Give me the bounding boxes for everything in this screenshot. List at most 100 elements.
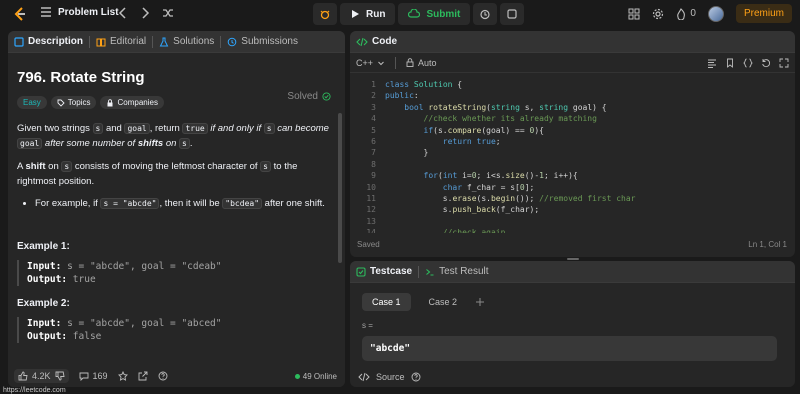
topics-chip[interactable]: Topics	[50, 96, 97, 109]
online-indicator: 49 Online	[294, 372, 337, 381]
chevron-down-icon	[377, 59, 385, 67]
line-number: 2	[371, 91, 376, 101]
layout-grid-icon[interactable]	[628, 8, 640, 20]
streak-counter[interactable]: 0	[676, 7, 696, 20]
difficulty-badge[interactable]: Easy	[17, 96, 47, 109]
tab-code[interactable]: Code	[356, 36, 397, 47]
inline-code: goal	[17, 138, 43, 149]
curly-braces-icon[interactable]	[743, 58, 753, 68]
problem-description: 796. Rotate String Solved Easy Topics Co…	[8, 53, 345, 357]
example-input: s = "abcde", goal = "cdeab"	[67, 261, 222, 272]
comments-count: 169	[92, 371, 108, 381]
star-icon[interactable]	[117, 371, 128, 381]
example-input: s = "abcde", goal = "abced"	[67, 318, 222, 329]
code-brackets-icon	[356, 37, 368, 47]
editor-toolbar: C++ Auto	[350, 53, 795, 73]
problem-tags: Easy Topics Companies	[17, 96, 333, 109]
code-editor[interactable]: 1 2 3 4 5 6 7 8 9 10 11 12 13 14 class Solution { pub…	[350, 73, 795, 233]
test-result-tab-label: Test Result	[439, 266, 489, 277]
example-1-heading: Example 1:	[17, 241, 70, 252]
comment-icon	[79, 371, 89, 381]
panel-resize-handle[interactable]	[567, 258, 579, 260]
run-button[interactable]: Run	[340, 3, 396, 25]
code-panel: Code C++ Auto 1 2 3 4 5 6 7 8 9 10 11 12 13 14 class …	[350, 31, 795, 257]
statement-text: and	[103, 123, 125, 134]
language-select[interactable]: C++	[356, 58, 385, 68]
inline-code: true	[182, 123, 208, 134]
tab-description[interactable]: Description	[14, 36, 83, 47]
parameter-input[interactable]: "abcde"	[362, 336, 777, 361]
check-circle-icon	[322, 92, 331, 101]
format-align-icon[interactable]	[707, 58, 717, 68]
solved-status: Solved	[287, 91, 331, 102]
case-1-tab[interactable]: Case 1	[362, 293, 411, 311]
help-icon[interactable]	[158, 371, 168, 381]
statement-text: consists of moving the leftmost characte…	[72, 161, 261, 172]
flask-icon	[159, 37, 169, 47]
play-icon	[350, 9, 360, 19]
line-number: 4	[371, 114, 376, 124]
tab-solutions[interactable]: Solutions	[159, 36, 214, 47]
case-2-tab[interactable]: Case 2	[419, 293, 468, 311]
problem-title: 796. Rotate String	[17, 69, 145, 86]
help-icon[interactable]	[411, 372, 421, 382]
lock-icon	[406, 58, 414, 67]
statement-text: if and only if	[207, 123, 264, 134]
share-icon[interactable]	[138, 371, 148, 381]
debug-button[interactable]	[313, 3, 337, 25]
fullscreen-icon[interactable]	[779, 58, 789, 68]
code-text[interactable]: class Solution { public: bool rotateStri…	[385, 79, 636, 233]
thumbs-up-icon[interactable]	[18, 371, 28, 381]
output-label: Output:	[27, 331, 68, 342]
timer-button[interactable]	[473, 3, 498, 25]
example-output: false	[72, 331, 102, 342]
statement-text: , then it will be	[159, 198, 223, 209]
line-number: 6	[371, 137, 376, 147]
user-avatar[interactable]	[707, 5, 724, 22]
line-number: 11	[366, 194, 376, 204]
statement-text: , return	[149, 123, 183, 134]
description-scrollbar[interactable]	[338, 113, 342, 263]
inline-code: "bcdea"	[222, 198, 263, 209]
shuffle-icon[interactable]	[162, 6, 174, 20]
statement-text: after some number of	[42, 138, 138, 149]
companies-chip[interactable]: Companies	[100, 96, 164, 109]
tab-divider	[220, 35, 222, 48]
source-toggle[interactable]: Source	[358, 372, 421, 382]
auto-mode-toggle[interactable]: Auto	[406, 58, 437, 68]
problem-list-button[interactable]: Problem List	[40, 6, 119, 18]
inline-code: s	[263, 123, 275, 134]
editor-actions	[707, 58, 789, 68]
add-case-icon[interactable]	[475, 297, 485, 307]
input-label: Input:	[27, 318, 62, 329]
tab-testcase[interactable]: Testcase	[356, 266, 412, 277]
example-2-box: Input: s = "abcde", goal = "abced" Outpu…	[17, 317, 333, 343]
tab-test-result[interactable]: Test Result	[425, 266, 489, 277]
leetcode-logo-icon[interactable]	[12, 6, 28, 22]
chevron-left-icon[interactable]	[118, 6, 128, 20]
notes-button[interactable]	[500, 3, 525, 25]
tab-submissions[interactable]: Submissions	[227, 36, 298, 47]
line-number: 1	[371, 80, 376, 89]
premium-button[interactable]: Premium	[735, 4, 792, 23]
bookmark-icon[interactable]	[725, 58, 735, 68]
top-bar: Problem List Run Submit 0 Premium	[0, 0, 800, 28]
chevron-right-icon[interactable]	[140, 6, 150, 20]
line-number: 8	[371, 159, 376, 169]
input-label: Input:	[27, 261, 62, 272]
tab-submissions-label: Submissions	[241, 36, 298, 47]
tab-divider	[418, 265, 420, 278]
tab-editorial[interactable]: Editorial	[96, 36, 146, 47]
testcase-tabs: Testcase Test Result	[350, 261, 795, 283]
case-tabs: Case 1 Case 2	[350, 283, 795, 311]
thumbs-down-icon[interactable]	[55, 371, 65, 381]
tab-divider	[152, 35, 154, 48]
lock-icon	[106, 98, 114, 107]
settings-gear-icon[interactable]	[652, 8, 664, 20]
statement-text: on	[45, 161, 62, 172]
comments-button[interactable]: 169	[79, 371, 108, 381]
statement-text: on	[163, 138, 180, 149]
submit-button[interactable]: Submit	[398, 3, 471, 25]
solved-label: Solved	[287, 91, 318, 102]
reset-icon[interactable]	[761, 58, 771, 68]
